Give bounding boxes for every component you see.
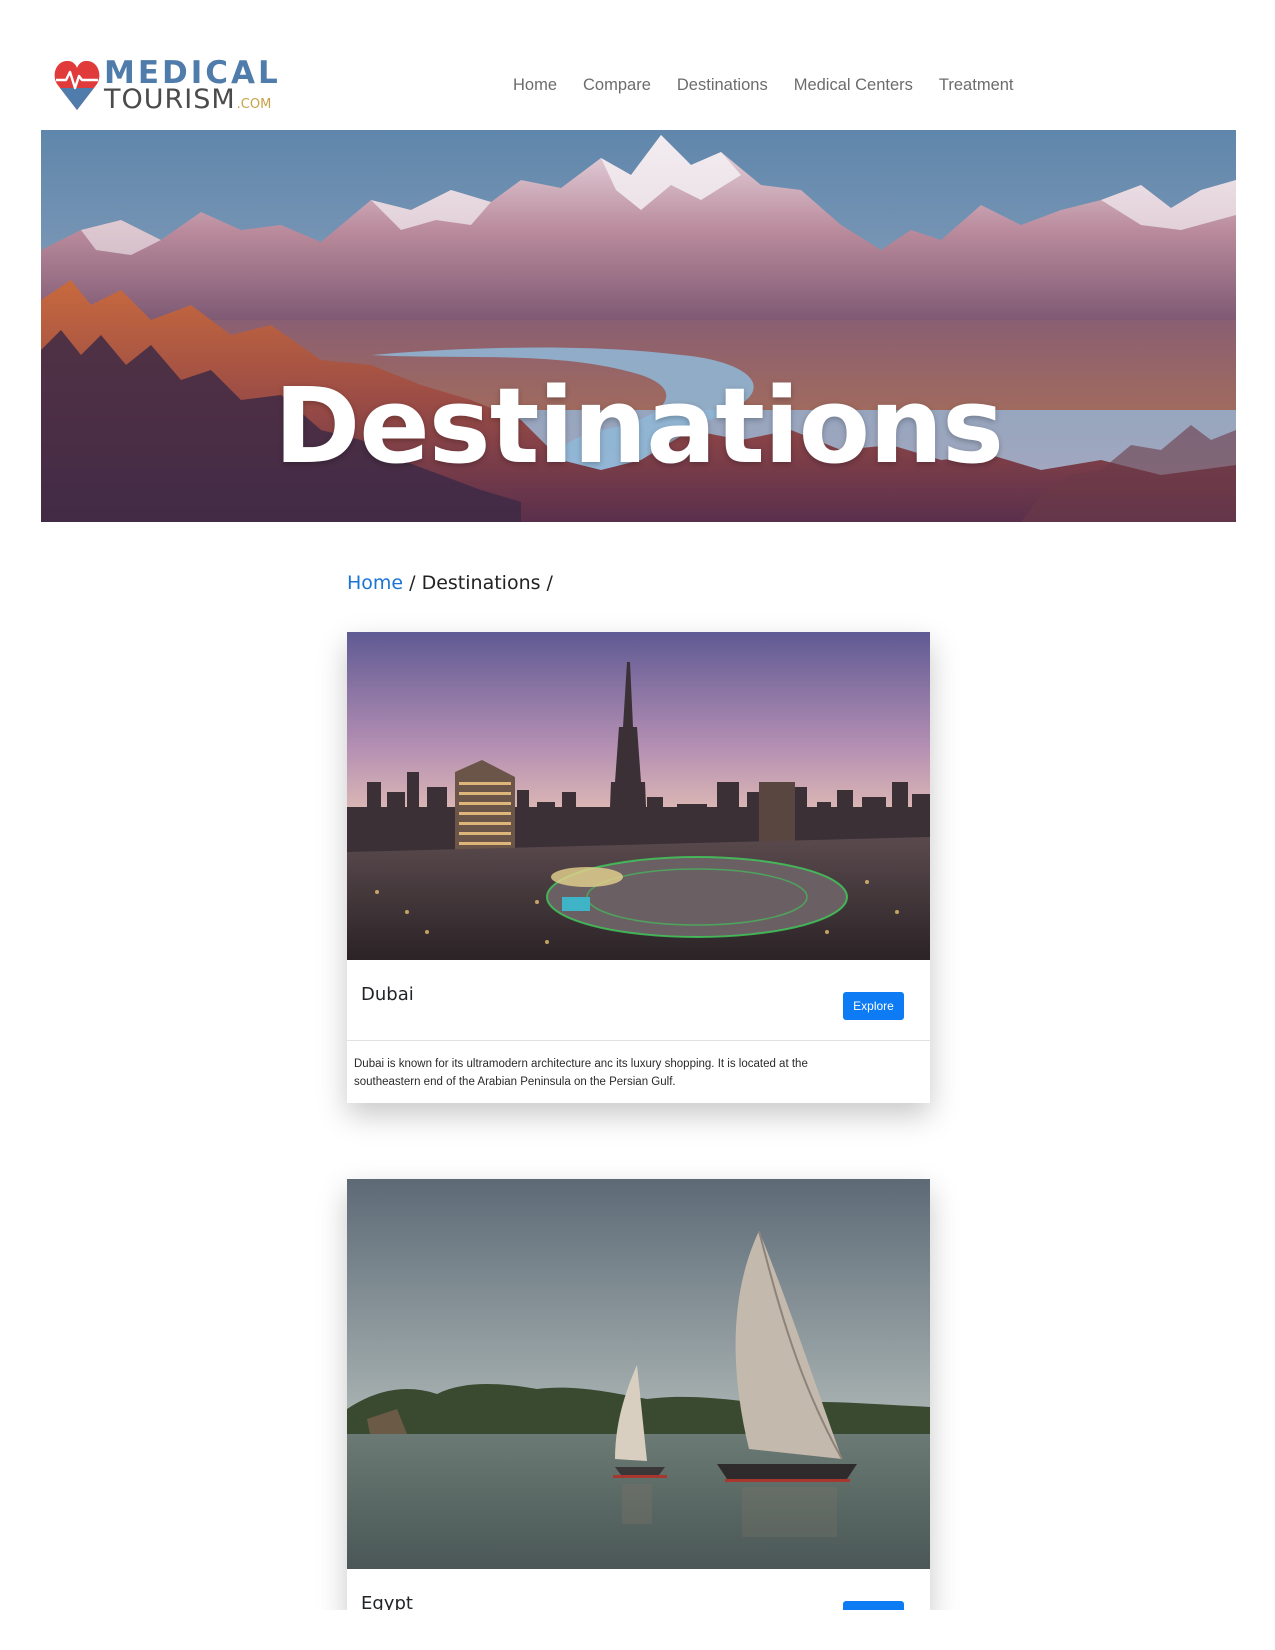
site-header: MEDICAL TOURISM.COM Home Compare Destina…: [0, 0, 1275, 130]
nav-destinations[interactable]: Destinations: [677, 76, 768, 95]
card-description-dubai: Dubai is known for its ultramodern archi…: [354, 1058, 808, 1088]
destination-card-egypt: Egypt: [347, 1179, 930, 1619]
explore-button-dubai[interactable]: Explore: [843, 992, 904, 1020]
destination-card-dubai: Dubai Explore Dubai is known for its ult…: [347, 632, 930, 1103]
nav-home[interactable]: Home: [513, 76, 557, 95]
page-bottom-edge: [0, 1610, 1275, 1650]
breadcrumb: Home / Destinations /: [347, 570, 553, 596]
hero-banner: Destinations: [41, 130, 1236, 522]
nav-treatment[interactable]: Treatment: [939, 76, 1014, 95]
dubai-skyline-image: [347, 632, 930, 960]
egypt-nile-image: [347, 1179, 930, 1569]
breadcrumb-home-link[interactable]: Home: [347, 572, 403, 594]
main-nav: Home Compare Destinations Medical Center…: [513, 72, 1014, 98]
nav-compare[interactable]: Compare: [583, 76, 651, 95]
breadcrumb-trail: / Destinations /: [403, 572, 553, 594]
card-header-dubai: Dubai Explore: [347, 960, 930, 1041]
card-title-dubai: Dubai: [361, 984, 414, 1005]
hero-title: Destinations: [273, 364, 1004, 487]
site-logo[interactable]: MEDICAL TOURISM.COM: [54, 56, 294, 115]
logo-tourism-word: TOURISM: [104, 84, 236, 115]
heart-pulse-logo-icon: [54, 60, 100, 110]
logo-com-suffix: .COM: [236, 97, 272, 112]
nav-medical-centers[interactable]: Medical Centers: [794, 76, 913, 95]
logo-tourism-text: TOURISM.COM: [104, 85, 271, 120]
